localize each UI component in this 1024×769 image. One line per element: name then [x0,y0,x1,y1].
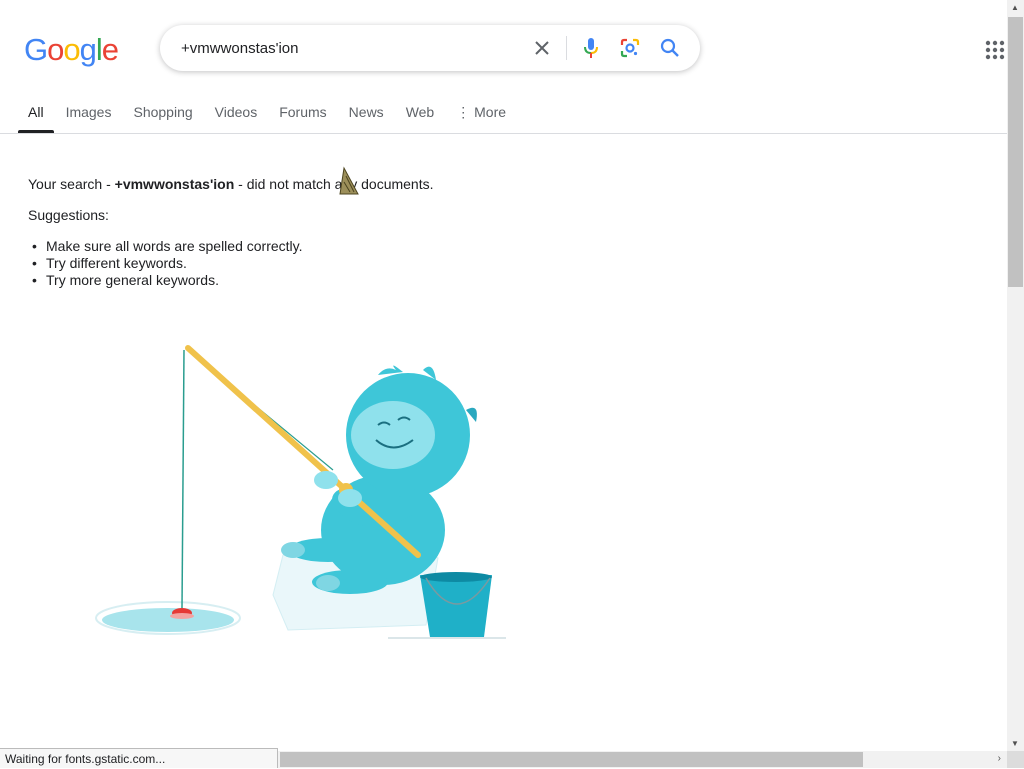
scroll-right-icon[interactable]: › [998,753,1001,764]
search-box[interactable]: +vmwwonstas'ion [160,25,700,71]
vertical-scroll-thumb[interactable] [1008,17,1023,287]
search-input[interactable]: +vmwwonstas'ion [181,40,299,57]
horizontal-scroll-thumb[interactable] [280,752,863,767]
search-divider [566,36,567,60]
lens-search-icon[interactable] [618,36,642,60]
tab-shopping[interactable]: Shopping [133,103,192,133]
vertical-scrollbar[interactable]: ▲ ▼ [1007,0,1024,751]
tab-forums[interactable]: Forums [279,103,326,133]
fishing-monster-illustration [88,340,518,645]
logo-letter-g2: g [79,32,97,67]
tab-web[interactable]: Web [406,103,435,133]
logo-letter-o2: o [63,32,80,67]
search-tabs: All Images Shopping Videos Forums News W… [18,103,528,133]
logo-letter-g: G [24,32,48,67]
tab-images[interactable]: Images [66,103,112,133]
tabs-divider [0,133,1007,134]
logo-letter-e: e [101,32,119,67]
suggestion-item: Try different keywords. [28,255,303,272]
scroll-down-icon[interactable]: ▼ [1011,739,1019,748]
tab-news[interactable]: News [349,103,384,133]
clear-icon[interactable] [530,36,554,60]
logo-letter-o1: o [47,32,64,67]
scroll-corner [1007,751,1024,768]
cursor-overlay-icon [336,166,364,198]
tab-more-label: More [474,104,507,120]
suggestions-title: Suggestions: [28,207,109,223]
search-icon[interactable] [658,36,682,60]
msg-query: +vmwwonstas'ion [114,176,235,192]
suggestion-item: Make sure all words are spelled correctl… [28,238,303,255]
status-bar: Waiting for fonts.gstatic.com... [0,748,278,768]
tab-more[interactable]: ⋮ More [456,103,506,133]
apps-grid-icon[interactable] [985,40,1005,60]
scroll-up-icon[interactable]: ▲ [1011,3,1019,12]
more-vert-icon: ⋮ [456,104,471,120]
suggestions-list: Make sure all words are spelled correctl… [28,238,303,289]
no-results-message: Your search - +vmwwonstas'ion - did not … [28,176,434,192]
tab-videos[interactable]: Videos [215,103,258,133]
tab-all[interactable]: All [18,103,53,133]
suggestion-item: Try more general keywords. [28,272,303,289]
google-logo[interactable]: Google [24,32,119,67]
voice-search-icon[interactable] [579,36,603,60]
msg-suffix: - did not match any documents. [234,176,434,192]
msg-prefix: Your search - [28,176,115,192]
